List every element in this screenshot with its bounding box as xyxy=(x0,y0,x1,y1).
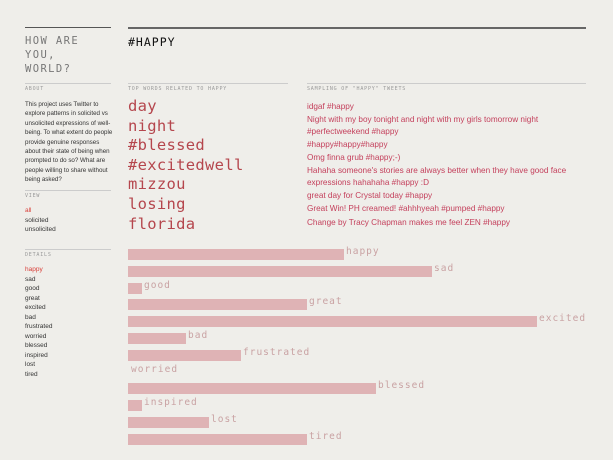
detail-option-lost[interactable]: lost xyxy=(25,360,113,370)
words-heading: TOP WORDS RELATED TO HAPPY xyxy=(128,83,288,92)
bar-frustrated xyxy=(128,349,241,361)
detail-option-bad[interactable]: bad xyxy=(25,313,113,323)
top-word: florida xyxy=(128,214,196,233)
bar-row-good: good xyxy=(128,279,588,294)
bar-label-happy: happy xyxy=(346,246,380,257)
bar-inspired xyxy=(128,400,142,412)
view-option-unsolicited[interactable]: unsolicited xyxy=(25,225,113,235)
tweet-item: Night with my boy tonight and night with… xyxy=(307,115,539,136)
bar-row-inspired: inspired xyxy=(128,397,588,412)
details-heading: DETAILS xyxy=(25,249,111,258)
bar-row-lost: lost xyxy=(128,414,588,428)
tweet-item: Omg finna grub #happy;-) xyxy=(307,153,401,163)
site-title: HOW ARE YOU, WORLD? xyxy=(25,27,111,76)
view-option-all[interactable]: all xyxy=(25,206,113,216)
details-list: happy sad good great excited bad frustrated wor… xyxy=(25,265,113,380)
bar-great xyxy=(128,299,307,311)
bar-row-happy: happy xyxy=(128,246,588,260)
bar-row-frustrated: frustrated xyxy=(128,346,588,361)
bar-row-sad: sad xyxy=(128,262,588,277)
bar-row-bad: bad xyxy=(128,330,588,344)
top-word: day xyxy=(128,97,157,115)
top-word: #blessed xyxy=(128,136,206,155)
top-words-list: day night #blessed #excitedwell mizzou losing… xyxy=(128,97,244,234)
detail-option-tired[interactable]: tired xyxy=(25,370,113,380)
detail-option-happy[interactable]: happy xyxy=(25,265,113,275)
bar-row-blessed: blessed xyxy=(128,380,588,395)
top-word: #excitedwell xyxy=(128,155,244,174)
tweet-item: Hahaha someone's stories are always bett… xyxy=(307,166,567,187)
detail-option-frustrated[interactable]: frustrated xyxy=(25,322,113,332)
bar-label-worried: worried xyxy=(131,363,179,375)
bar-label-bad: bad xyxy=(188,330,209,341)
site-title-line1: HOW ARE YOU, xyxy=(25,35,80,61)
top-word: losing xyxy=(128,194,186,213)
bar-tired xyxy=(128,433,307,445)
about-text: This project uses Twitter to explore pat… xyxy=(25,101,113,184)
bar-label-tired: tired xyxy=(309,430,343,442)
view-option-solicited[interactable]: solicited xyxy=(25,216,113,226)
bar-row-excited: excited xyxy=(128,313,588,328)
mood-title: #HAPPY xyxy=(128,27,586,49)
bar-row-worried: worried xyxy=(128,364,588,375)
bar-happy xyxy=(128,249,344,260)
bar-label-great: great xyxy=(309,296,343,308)
bar-excited xyxy=(128,316,537,328)
detail-option-inspired[interactable]: inspired xyxy=(25,351,113,361)
bar-label-sad: sad xyxy=(434,262,455,274)
bar-row-tired: tired xyxy=(128,430,588,445)
view-list: all solicited unsolicited xyxy=(25,206,113,235)
tweet-item: Great Win! PH creamed! #ahhhyeah #pumped… xyxy=(307,204,505,214)
bar-good xyxy=(128,282,142,294)
top-word: night xyxy=(128,116,177,135)
bar-label-blessed: blessed xyxy=(378,380,426,392)
tweet-item: great day for Crystal today #happy xyxy=(307,191,433,201)
detail-option-worried[interactable]: worried xyxy=(25,332,113,342)
bar-label-frustrated: frustrated xyxy=(243,346,311,358)
detail-option-blessed[interactable]: blessed xyxy=(25,341,113,351)
bar-label-excited: excited xyxy=(539,313,587,325)
detail-option-sad[interactable]: sad xyxy=(25,275,113,285)
tweets-list: idgaf #happy Night with my boy tonight an… xyxy=(307,101,592,230)
tweet-item: #happy#happy#happy xyxy=(307,139,388,149)
top-word: mizzou xyxy=(128,175,186,194)
bar-lost xyxy=(128,417,209,428)
mood-bars: happy sad good great excited bad frustrated wor… xyxy=(128,246,588,446)
bar-row-great: great xyxy=(128,296,588,311)
detail-option-excited[interactable]: excited xyxy=(25,303,113,313)
tweet-item: Change by Tracy Chapman makes me feel ZE… xyxy=(307,217,510,227)
bar-label-good: good xyxy=(144,279,171,291)
bar-label-inspired: inspired xyxy=(144,397,198,409)
bar-bad xyxy=(128,333,186,344)
tweet-item: idgaf #happy xyxy=(307,102,354,111)
detail-option-great[interactable]: great xyxy=(25,294,113,304)
view-heading: VIEW xyxy=(25,190,111,199)
about-heading: ABOUT xyxy=(25,83,111,92)
bar-label-lost: lost xyxy=(211,414,238,425)
bar-blessed xyxy=(128,383,376,395)
detail-option-good[interactable]: good xyxy=(25,284,113,294)
site-title-line2: WORLD? xyxy=(25,63,72,75)
tweets-heading: SAMPLING OF "HAPPY" TWEETS xyxy=(307,83,586,92)
bar-sad xyxy=(128,265,432,277)
